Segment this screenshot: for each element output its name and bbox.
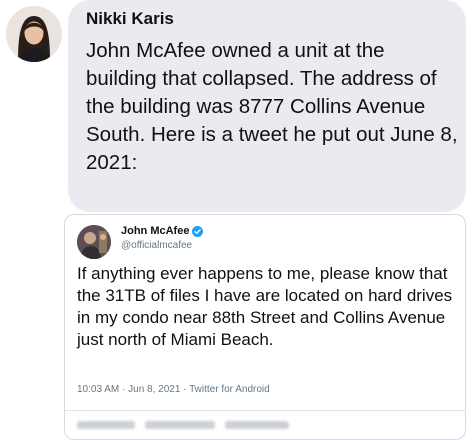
tweet-stats-row bbox=[77, 421, 289, 433]
tweet-profile-photo-icon bbox=[77, 225, 111, 259]
embedded-tweet-card[interactable]: John McAfee @officialmcafee If anything … bbox=[64, 214, 466, 440]
tweet-author-handle[interactable]: @officialmcafee bbox=[121, 240, 192, 251]
tweet-divider bbox=[65, 410, 465, 411]
tweet-text: If anything ever happens to me, please k… bbox=[77, 264, 453, 349]
profile-photo-icon bbox=[6, 6, 62, 62]
verified-badge-icon bbox=[192, 225, 204, 237]
tweet-stat-placeholder bbox=[225, 421, 289, 429]
comment-text: John McAfee owned a unit at the building… bbox=[86, 39, 458, 174]
tweet-timestamp[interactable]: 10:03 AM · Jun 8, 2021 · Twitter for And… bbox=[77, 384, 270, 395]
comment-post: Nikki Karis John McAfee owned a unit at … bbox=[0, 0, 474, 440]
tweet-author-avatar[interactable] bbox=[77, 225, 111, 259]
nikki-karis-avatar[interactable] bbox=[6, 6, 62, 62]
tweet-stat-placeholder bbox=[145, 421, 215, 429]
tweet-author-row: John McAfee bbox=[121, 225, 204, 237]
tweet-author-name[interactable]: John McAfee bbox=[121, 225, 189, 237]
comment-author-name[interactable]: Nikki Karis bbox=[86, 9, 174, 29]
tweet-stat-placeholder bbox=[77, 421, 135, 429]
